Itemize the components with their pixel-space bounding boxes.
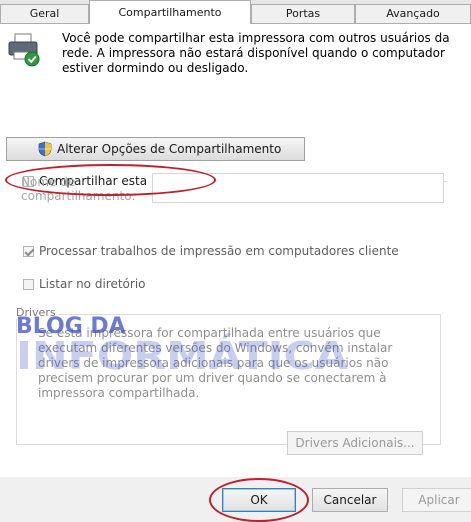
tab-strip: Geral Compartilhamento Portas Avançado xyxy=(0,0,471,24)
list-directory-checkbox-box[interactable] xyxy=(23,278,34,290)
ok-button[interactable]: OK xyxy=(222,488,296,512)
share-name-input[interactable] xyxy=(152,173,444,203)
list-directory-label: Listar no diretório xyxy=(39,277,146,291)
drivers-description: Se esta impressora for compartilhada ent… xyxy=(38,326,393,400)
render-jobs-label: Processar trabalhos de impressão em comp… xyxy=(39,244,399,258)
additional-drivers-button[interactable]: Drivers Adicionais... xyxy=(287,431,423,455)
tab-avancado[interactable]: Avançado xyxy=(355,4,471,23)
cancel-button[interactable]: Cancelar xyxy=(312,488,388,512)
share-name-label: Nome de compartilhamento: xyxy=(21,175,136,203)
render-jobs-checkbox[interactable]: Processar trabalhos de impressão em comp… xyxy=(23,244,399,258)
change-sharing-options-button[interactable]: Alterar Opções de Compartilhamento xyxy=(6,137,305,161)
apply-button[interactable]: Aplicar xyxy=(402,488,471,512)
list-directory-checkbox[interactable]: Listar no diretório xyxy=(23,277,146,291)
tab-geral[interactable]: Geral xyxy=(0,4,89,23)
change-sharing-options-label: Alterar Opções de Compartilhamento xyxy=(57,142,282,156)
shared-printer-icon xyxy=(8,33,40,67)
uac-shield-icon xyxy=(38,141,52,157)
render-jobs-checkbox-box[interactable] xyxy=(23,245,34,257)
drivers-group-title: Drivers xyxy=(16,306,59,319)
tab-compartilhamento[interactable]: Compartilhamento xyxy=(89,0,251,24)
tab-portas[interactable]: Portas xyxy=(251,4,355,23)
sharing-intro-text: Você pode compartilhar esta impressora c… xyxy=(62,31,450,75)
